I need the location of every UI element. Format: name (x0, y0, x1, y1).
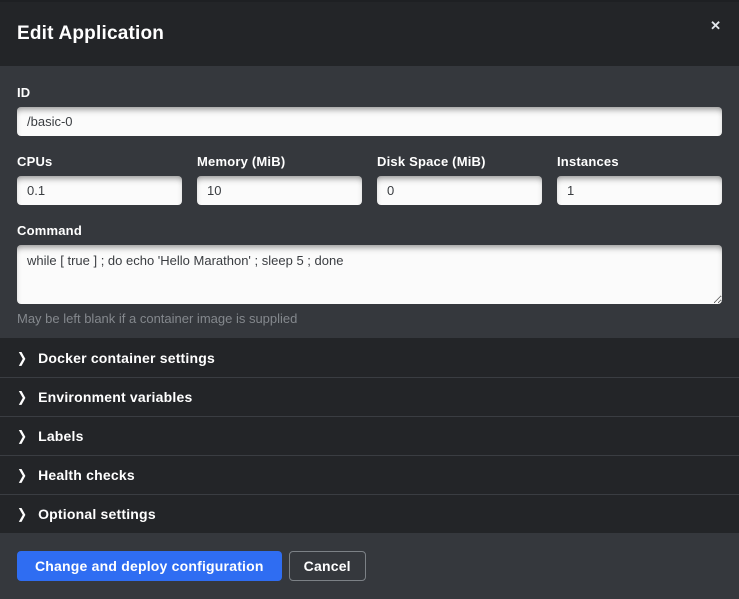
section-docker-container-settings[interactable]: ❯ Docker container settings (0, 338, 739, 377)
section-label: Environment variables (38, 389, 192, 405)
command-field-group: Command while [ true ] ; do echo 'Hello … (17, 223, 722, 326)
edit-application-modal: Edit Application ✕ ID CPUs Memory (MiB) … (0, 0, 739, 599)
change-and-deploy-button[interactable]: Change and deploy configuration (17, 551, 282, 581)
section-label: Docker container settings (38, 350, 215, 366)
disk-space-field-group: Disk Space (MiB) (377, 154, 542, 205)
disk-space-label: Disk Space (MiB) (377, 154, 542, 169)
section-optional-settings[interactable]: ❯ Optional settings (0, 494, 739, 533)
modal-title: Edit Application (17, 23, 164, 45)
modal-footer: Change and deploy configuration Cancel (0, 533, 739, 599)
chevron-right-icon: ❯ (17, 390, 27, 404)
chevron-right-icon: ❯ (17, 468, 27, 482)
collapsible-sections: ❯ Docker container settings ❯ Environmen… (0, 338, 739, 533)
chevron-right-icon: ❯ (17, 507, 27, 521)
command-textarea[interactable]: while [ true ] ; do echo 'Hello Marathon… (17, 245, 722, 304)
id-label: ID (17, 85, 722, 100)
cpus-field-group: CPUs (17, 154, 182, 205)
section-label: Health checks (38, 467, 135, 483)
command-help-text: May be left blank if a container image i… (17, 311, 722, 326)
cancel-button[interactable]: Cancel (289, 551, 366, 581)
instances-label: Instances (557, 154, 722, 169)
section-labels[interactable]: ❯ Labels (0, 416, 739, 455)
id-field-group: ID (17, 85, 722, 136)
resources-field-row: CPUs Memory (MiB) Disk Space (MiB) Insta… (17, 154, 722, 205)
command-label: Command (17, 223, 722, 238)
instances-field-group: Instances (557, 154, 722, 205)
instances-input[interactable] (557, 176, 722, 205)
cpus-input[interactable] (17, 176, 182, 205)
id-input[interactable] (17, 107, 722, 136)
section-health-checks[interactable]: ❯ Health checks (0, 455, 739, 494)
modal-header: Edit Application ✕ (0, 0, 739, 66)
section-environment-variables[interactable]: ❯ Environment variables (0, 377, 739, 416)
chevron-right-icon: ❯ (17, 351, 27, 365)
close-icon: ✕ (710, 18, 721, 33)
close-button[interactable]: ✕ (704, 14, 727, 37)
section-label: Optional settings (38, 506, 156, 522)
disk-space-input[interactable] (377, 176, 542, 205)
memory-label: Memory (MiB) (197, 154, 362, 169)
memory-field-group: Memory (MiB) (197, 154, 362, 205)
chevron-right-icon: ❯ (17, 429, 27, 443)
memory-input[interactable] (197, 176, 362, 205)
cpus-label: CPUs (17, 154, 182, 169)
application-form: ID CPUs Memory (MiB) Disk Space (MiB) In… (0, 66, 739, 338)
section-label: Labels (38, 428, 84, 444)
